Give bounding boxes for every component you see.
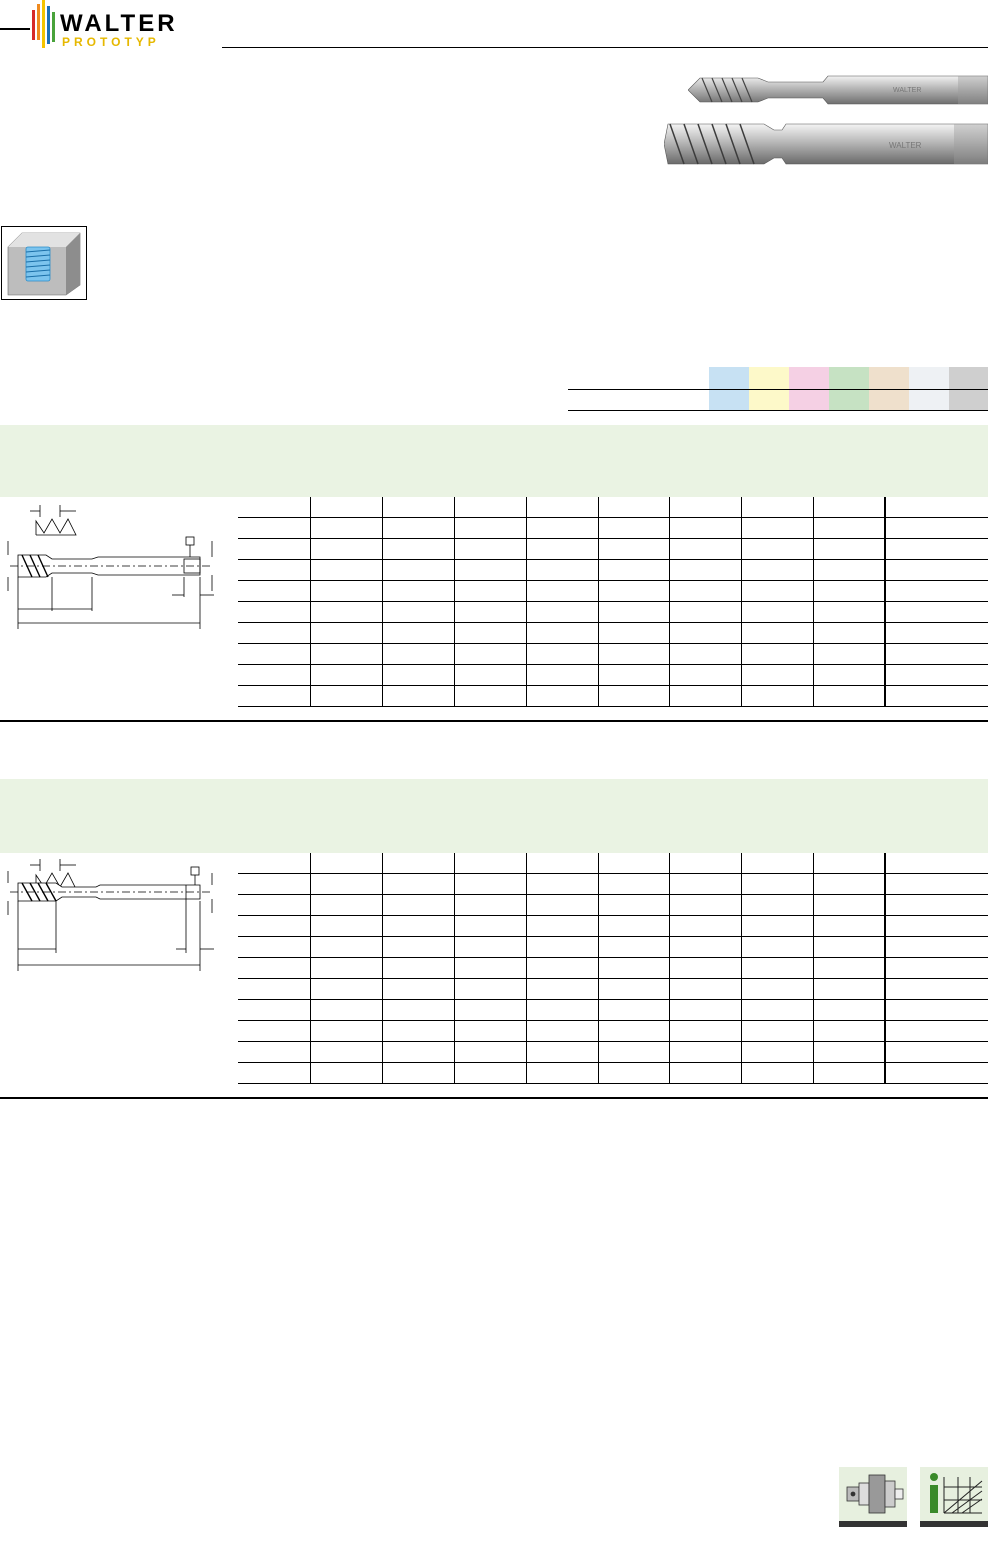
- product-image-short-tap: WALTER: [687, 72, 988, 108]
- table-row: [238, 497, 988, 518]
- section-1-header-band: [0, 425, 988, 497]
- table-row: [238, 936, 988, 958]
- material-rule-top: [568, 389, 988, 390]
- table-row: [238, 538, 988, 560]
- material-rule-bottom: [568, 410, 988, 411]
- section-1-tool-drawing: [0, 497, 236, 637]
- section-1-data-table: [238, 497, 988, 707]
- section-2-data-table: [238, 853, 988, 1084]
- table-row: [238, 580, 988, 602]
- info-chart-icon[interactable]: [920, 1467, 988, 1521]
- table-row: [238, 517, 988, 539]
- table-row: [238, 559, 988, 581]
- section-2-bottom-rule: [0, 1097, 988, 1099]
- product-image-long-tap: WALTER: [663, 118, 988, 170]
- product-mark-1: WALTER: [893, 87, 921, 94]
- section-2-tool-drawing: [0, 853, 236, 983]
- table-row: [238, 1062, 988, 1084]
- info-chart-icon-bar: [920, 1521, 988, 1527]
- header-rule: [222, 47, 988, 48]
- blind-hole-thread-icon: [1, 226, 87, 300]
- logo-sub-text: PROTOTYP: [62, 35, 160, 49]
- table-row: [238, 957, 988, 979]
- table-row: [238, 999, 988, 1021]
- tool-holder-icon[interactable]: [839, 1467, 907, 1521]
- table-row: [238, 664, 988, 686]
- table-row: [238, 853, 988, 874]
- product-mark-2: WALTER: [889, 141, 922, 150]
- table-row: [238, 915, 988, 937]
- tool-holder-icon-bar: [839, 1521, 907, 1527]
- table-row: [238, 894, 988, 916]
- table-row: [238, 1020, 988, 1042]
- table-row: [238, 873, 988, 895]
- logo-brand-text: WALTER: [60, 10, 178, 37]
- section-2-header-band: [0, 779, 988, 853]
- table-row: [238, 622, 988, 644]
- table-row: [238, 978, 988, 1000]
- section-1-bottom-rule: [0, 720, 988, 722]
- table-row: [238, 601, 988, 623]
- table-row: [238, 685, 988, 707]
- table-row: [238, 1041, 988, 1063]
- table-row: [238, 643, 988, 665]
